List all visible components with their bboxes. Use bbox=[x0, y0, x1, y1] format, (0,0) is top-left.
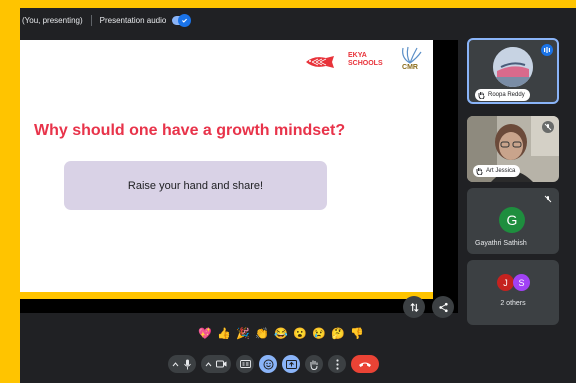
microphone-icon bbox=[184, 359, 191, 369]
emoji-icon bbox=[263, 359, 273, 369]
microphone-button[interactable] bbox=[183, 359, 192, 370]
meet-window: (You, presenting) Presentation audio EKY… bbox=[20, 8, 576, 383]
camera-icon bbox=[216, 360, 227, 368]
raise-hand-button[interactable] bbox=[305, 355, 323, 373]
more-options-button[interactable] bbox=[328, 355, 346, 373]
presentation-audio-label: Presentation audio bbox=[99, 15, 167, 25]
chevron-up-icon[interactable] bbox=[172, 361, 179, 367]
mic-off-icon bbox=[542, 121, 554, 133]
participant-name-pill: Roopa Reddy bbox=[475, 89, 530, 101]
swap-presentation-button[interactable] bbox=[403, 296, 425, 318]
ekya-logo-text: EKYA SCHOOLS bbox=[348, 52, 383, 67]
slide-title: Why should one have a growth mindset? bbox=[34, 122, 346, 139]
presenting-label: (You, presenting) bbox=[22, 15, 83, 25]
reaction-laugh[interactable]: 😂 bbox=[274, 327, 288, 341]
reactions-bar: 💖 👍 🎉 👏 😂 😮 😢 🤔 👎 bbox=[198, 325, 364, 342]
peacock-icon bbox=[402, 46, 422, 64]
presentation-slide: EKYA SCHOOLS CMR Why should one have a g… bbox=[20, 40, 433, 299]
others-label: 2 others bbox=[500, 300, 526, 307]
divider bbox=[90, 14, 92, 26]
mic-control bbox=[168, 355, 196, 373]
captions-button[interactable] bbox=[236, 355, 254, 373]
participant-tile-art-jessica[interactable]: Art Jessica bbox=[467, 116, 559, 182]
ekya-fish-logo bbox=[306, 56, 334, 68]
reaction-heart[interactable]: 💖 bbox=[198, 327, 212, 341]
reaction-thinking[interactable]: 🤔 bbox=[331, 327, 345, 341]
raised-hand-icon bbox=[478, 91, 485, 99]
end-call-icon bbox=[359, 362, 371, 367]
presenting-bar: (You, presenting) Presentation audio bbox=[20, 8, 576, 32]
leave-call-button[interactable] bbox=[351, 355, 379, 373]
others-tile[interactable]: J S 2 others bbox=[467, 260, 559, 325]
reaction-clap[interactable]: 👏 bbox=[255, 327, 269, 341]
presentation-area: EKYA SCHOOLS CMR Why should one have a g… bbox=[20, 40, 458, 318]
participant-name-pill: Art Jessica bbox=[473, 165, 521, 177]
check-icon bbox=[178, 13, 192, 27]
share-button[interactable] bbox=[432, 296, 454, 318]
camera-control bbox=[201, 355, 231, 373]
participant-tile-gayathri-sathish[interactable]: G Gayathri Sathish bbox=[467, 188, 559, 254]
hand-icon bbox=[310, 360, 318, 370]
swap-icon bbox=[409, 302, 419, 312]
avatar: J bbox=[497, 274, 514, 291]
call-controls bbox=[168, 354, 379, 374]
reactions-button[interactable] bbox=[259, 355, 277, 373]
slide-prompt-box: Raise your hand and share! bbox=[64, 161, 327, 210]
avatar: G bbox=[499, 207, 525, 233]
reaction-surprised[interactable]: 😮 bbox=[293, 327, 307, 341]
raised-hand-icon bbox=[476, 167, 483, 175]
presentation-audio-toggle[interactable] bbox=[172, 13, 192, 27]
reaction-thumbs-down[interactable]: 👎 bbox=[350, 327, 364, 341]
captions-icon bbox=[239, 360, 251, 368]
participant-tile-roopa-reddy[interactable]: Roopa Reddy bbox=[467, 38, 559, 104]
more-vert-icon bbox=[335, 358, 339, 370]
chevron-up-icon[interactable] bbox=[205, 361, 212, 367]
present-icon bbox=[285, 359, 297, 369]
reaction-party[interactable]: 🎉 bbox=[236, 327, 250, 341]
avatar bbox=[493, 47, 533, 87]
reaction-sad[interactable]: 😢 bbox=[312, 327, 326, 341]
camera-button[interactable] bbox=[216, 360, 227, 368]
participant-name: Gayathri Sathish bbox=[475, 240, 527, 247]
cmr-logo: CMR bbox=[395, 46, 425, 71]
reaction-thumbs-up[interactable]: 👍 bbox=[217, 327, 231, 341]
avatar: S bbox=[513, 274, 530, 291]
speaking-indicator-icon bbox=[541, 44, 553, 56]
present-screen-button[interactable] bbox=[282, 355, 300, 373]
share-icon bbox=[438, 302, 448, 312]
slide-prompt-text: Raise your hand and share! bbox=[127, 179, 264, 192]
mic-off-icon bbox=[542, 193, 554, 205]
